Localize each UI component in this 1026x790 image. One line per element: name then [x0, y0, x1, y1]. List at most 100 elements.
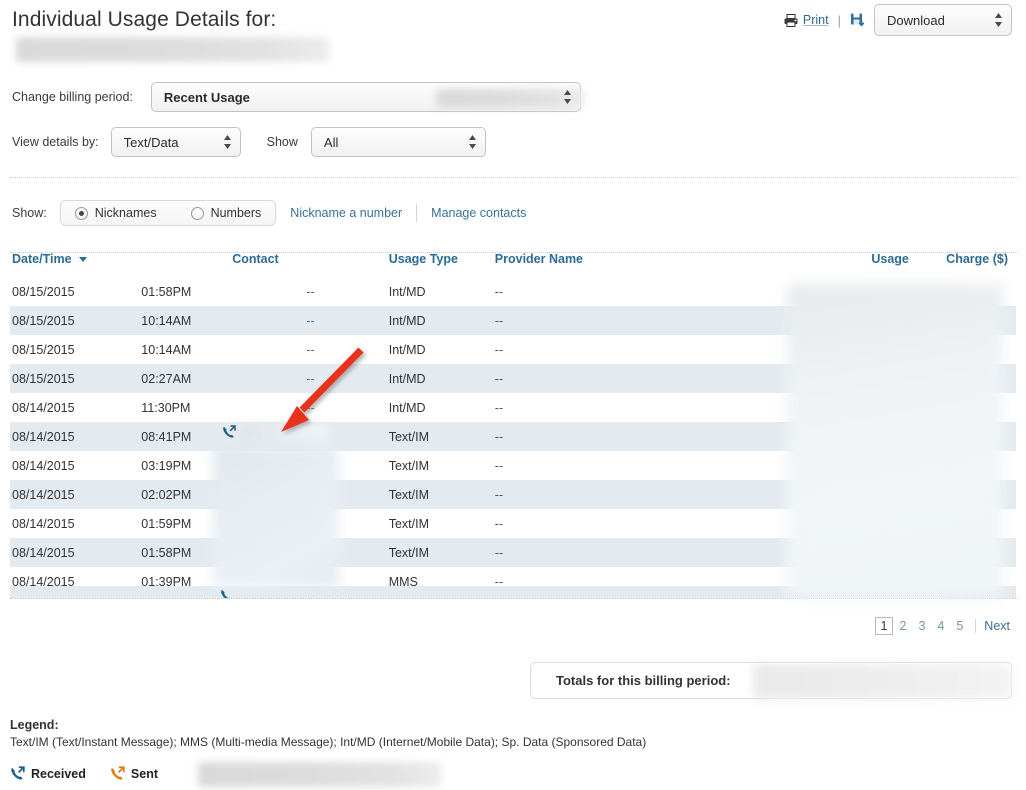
column-header-charge[interactable]: Charge ($): [909, 252, 1016, 277]
cell-time-value: 01:58PM: [141, 285, 192, 299]
cell-date-value: 08/14/2015: [12, 401, 75, 415]
contact-column-redaction: [213, 446, 339, 587]
cell-usage-type-value: Int/MD: [388, 314, 426, 328]
view-details-row: View details by: Text/Data Show All: [12, 127, 486, 157]
download-select[interactable]: Download: [874, 4, 1012, 36]
cell-date-value: 08/15/2015: [12, 285, 75, 299]
pagination-page-3[interactable]: 3: [912, 617, 931, 635]
cell-contact-value: --: [306, 314, 315, 328]
cell-usage-type-value: Int/MD: [388, 372, 426, 386]
cell-contact: --: [232, 277, 389, 306]
cell-date-value: 08/15/2015: [12, 343, 75, 357]
cell-time-value: 10:14AM: [141, 314, 192, 328]
column-header-provider-name[interactable]: Provider Name: [495, 252, 798, 277]
received-icon: [10, 766, 25, 781]
cell-usage-type-value: Text/IM: [388, 430, 430, 444]
cell-provider: --: [495, 422, 798, 451]
cell-date-value: 08/15/2015: [12, 314, 75, 328]
cell-date: 08/15/2015: [10, 306, 141, 335]
pagination-page-5[interactable]: 5: [950, 617, 969, 635]
column-header-contact[interactable]: Contact: [232, 252, 389, 277]
cell-date-value: 08/14/2015: [12, 488, 75, 502]
cell-usage-type: Int/MD: [389, 277, 495, 306]
usage-table-head: Date/Time Contact Usage Type Provider Na…: [10, 252, 1016, 277]
link-divider: [416, 204, 418, 222]
sent-icon: [110, 766, 125, 781]
cell-date: 08/15/2015: [10, 364, 141, 393]
totals-bar: Totals for this billing period:: [530, 662, 1012, 699]
cell-time: 02:27AM: [141, 364, 232, 393]
cell-date: 08/14/2015: [10, 538, 141, 567]
billing-period-row: Change billing period: Recent Usage: [12, 82, 584, 112]
pagination-divider: [975, 619, 977, 633]
cell-provider: --: [495, 538, 798, 567]
cell-provider: --: [495, 393, 798, 422]
cell-date: 08/14/2015: [10, 451, 141, 480]
pagination-next[interactable]: Next: [982, 617, 1012, 635]
legend-received-label: Received: [31, 766, 86, 781]
cell-time: 11:30PM: [141, 393, 232, 422]
cell-usage-type-value: Int/MD: [388, 401, 426, 415]
billing-period-label: Change billing period:: [12, 90, 133, 104]
cell-usage-type: Int/MD: [389, 306, 495, 335]
cell-time: 10:14AM: [141, 335, 232, 364]
cell-provider: --: [495, 451, 798, 480]
cell-contact: --: [232, 306, 389, 335]
cell-contact-value: --: [306, 285, 315, 299]
received-icon-partial: [220, 588, 234, 598]
cell-date-value: 08/14/2015: [12, 430, 75, 444]
pagination-page-1[interactable]: 1: [874, 617, 894, 635]
received-icon: [222, 425, 236, 439]
cell-usage-type: Int/MD: [389, 335, 495, 364]
cell-date: 08/15/2015: [10, 277, 141, 306]
cell-usage-type-value: Text/IM: [388, 459, 430, 473]
nickname-a-number-link[interactable]: Nickname a number: [290, 206, 402, 220]
cell-provider-value: --: [494, 517, 504, 531]
cell-provider-value: --: [494, 343, 504, 357]
legend: Legend: Text/IM (Text/Instant Message); …: [10, 718, 646, 749]
toolbar-divider: |: [837, 12, 841, 28]
radio-numbers-indicator[interactable]: [190, 206, 204, 220]
page-toolbar: Print | Download: [784, 4, 1012, 36]
cell-time-value: 08:41PM: [141, 430, 192, 444]
radio-nicknames-indicator[interactable]: [74, 206, 88, 220]
cell-usage-type: Int/MD: [389, 393, 495, 422]
column-header-datetime[interactable]: Date/Time: [10, 252, 141, 277]
cell-usage-type: Text/IM: [389, 480, 495, 509]
cell-date-value: 08/14/2015: [12, 517, 75, 531]
radio-option-nicknames[interactable]: Nicknames: [74, 206, 157, 220]
page-title: Individual Usage Details for:: [12, 8, 277, 31]
cell-time-value: 03:19PM: [141, 459, 192, 473]
account-name-redaction: [16, 37, 329, 62]
legend-received: Received: [10, 766, 86, 781]
usage-details-page: Individual Usage Details for: Print | Do…: [0, 0, 1026, 790]
cell-provider-value: --: [494, 372, 504, 386]
cell-date: 08/14/2015: [10, 422, 141, 451]
pagination-page-4[interactable]: 4: [931, 617, 950, 635]
column-header-usage-type[interactable]: Usage Type: [389, 252, 495, 277]
billing-period-redaction: [435, 89, 584, 108]
legend-title: Legend:: [10, 718, 59, 732]
column-header-datetime-label: Date/Time: [12, 252, 72, 266]
view-details-select-wrapper: Text/Data: [110, 127, 241, 157]
legend-sent-label: Sent: [130, 766, 158, 781]
manage-contacts-link[interactable]: Manage contacts: [431, 206, 526, 220]
show-filter-select-wrapper: All: [310, 127, 486, 157]
view-details-label: View details by:: [12, 135, 99, 149]
cell-contact-value: --: [306, 343, 315, 357]
cell-usage-type-value: Text/IM: [388, 546, 430, 560]
section-divider: [10, 177, 1018, 178]
cell-date-value: 08/14/2015: [12, 546, 75, 560]
column-header-usage[interactable]: Usage: [798, 252, 909, 277]
floppy-disk-download-icon[interactable]: [850, 12, 866, 28]
radio-option-numbers[interactable]: Numbers: [190, 206, 261, 220]
legend-text: Text/IM (Text/Instant Message); MMS (Mul…: [10, 735, 647, 749]
view-details-select[interactable]: Text/Data: [110, 127, 241, 157]
pagination-page-2[interactable]: 2: [893, 617, 912, 635]
cell-usage-type: Int/MD: [389, 364, 495, 393]
print-button[interactable]: Print: [784, 13, 829, 27]
printer-icon: [784, 13, 798, 27]
legend-icon-row: Received Sent: [10, 766, 158, 781]
cell-provider-value: --: [494, 546, 504, 560]
show-filter-select[interactable]: All: [310, 127, 486, 157]
